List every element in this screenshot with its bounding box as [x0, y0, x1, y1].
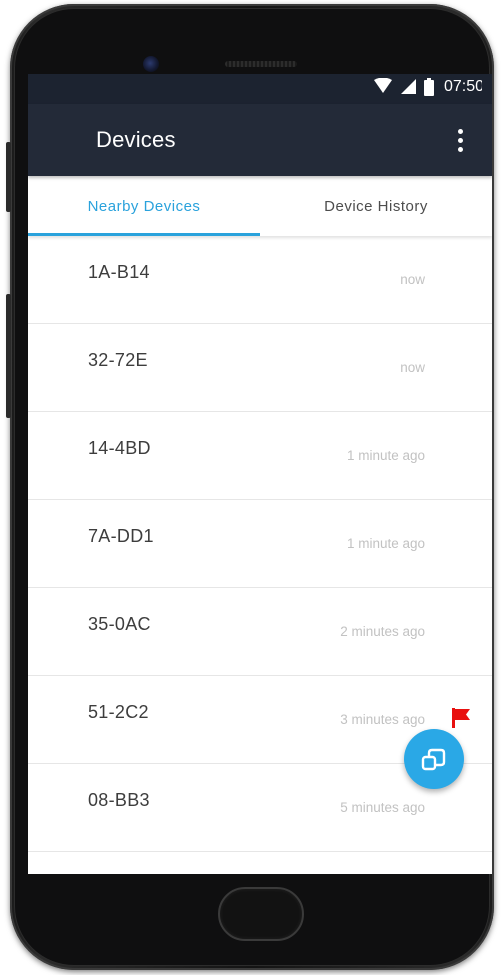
device-id: 35-0AC: [88, 614, 151, 634]
front-camera: [143, 56, 159, 72]
device-row[interactable]: 35-0AC 2 minutes ago: [28, 588, 492, 676]
device-last-seen: now: [400, 272, 425, 287]
cell-signal-icon: [401, 79, 416, 94]
home-button[interactable]: [218, 887, 304, 941]
copy-devices-icon: [421, 748, 446, 771]
device-id: 32-72E: [88, 350, 148, 370]
device-last-seen: 2 minutes ago: [340, 624, 425, 639]
menu-dot: [457, 137, 463, 143]
tab-device-history[interactable]: Device History: [260, 176, 492, 236]
device-row[interactable]: 7A-DD1 1 minute ago: [28, 500, 492, 588]
device-id: 51-2C2: [88, 702, 149, 722]
battery-icon: [424, 78, 434, 96]
flag-icon: [452, 708, 470, 728]
app-screen: 07:50 Devices Nearby Devices Device Hist…: [28, 74, 492, 874]
device-last-seen: 5 minutes ago: [340, 800, 425, 815]
device-id: 08-BB3: [88, 790, 150, 810]
menu-dot: [457, 146, 463, 152]
device-last-seen: 3 minutes ago: [340, 712, 425, 727]
device-id: 1A-B14: [88, 262, 150, 282]
status-time: 07:50: [444, 78, 482, 95]
menu-dot: [457, 128, 463, 134]
device-last-seen: now: [400, 360, 425, 375]
earpiece-speaker: [225, 61, 297, 67]
wifi-icon: [374, 78, 392, 93]
device-row[interactable]: 32-72E now: [28, 324, 492, 412]
app-bar: Devices: [28, 104, 492, 176]
more-vert-icon[interactable]: [450, 125, 470, 155]
device-row[interactable]: 14-4BD 1 minute ago: [28, 412, 492, 500]
device-row[interactable]: 1A-B14 now: [28, 236, 492, 324]
device-last-seen: 1 minute ago: [346, 536, 425, 551]
tab-bar: Nearby Devices Device History: [28, 176, 492, 236]
device-id: 14-4BD: [88, 438, 151, 458]
device-id: 7A-DD1: [88, 526, 154, 546]
device-last-seen: 1 minute ago: [346, 448, 425, 463]
status-bar: 07:50: [28, 74, 492, 104]
page-title: Devices: [96, 127, 176, 152]
tab-nearby-devices[interactable]: Nearby Devices: [28, 176, 260, 236]
copy-devices-button[interactable]: [404, 729, 464, 789]
side-button-bottom: [6, 294, 11, 418]
side-button-top: [6, 142, 11, 212]
